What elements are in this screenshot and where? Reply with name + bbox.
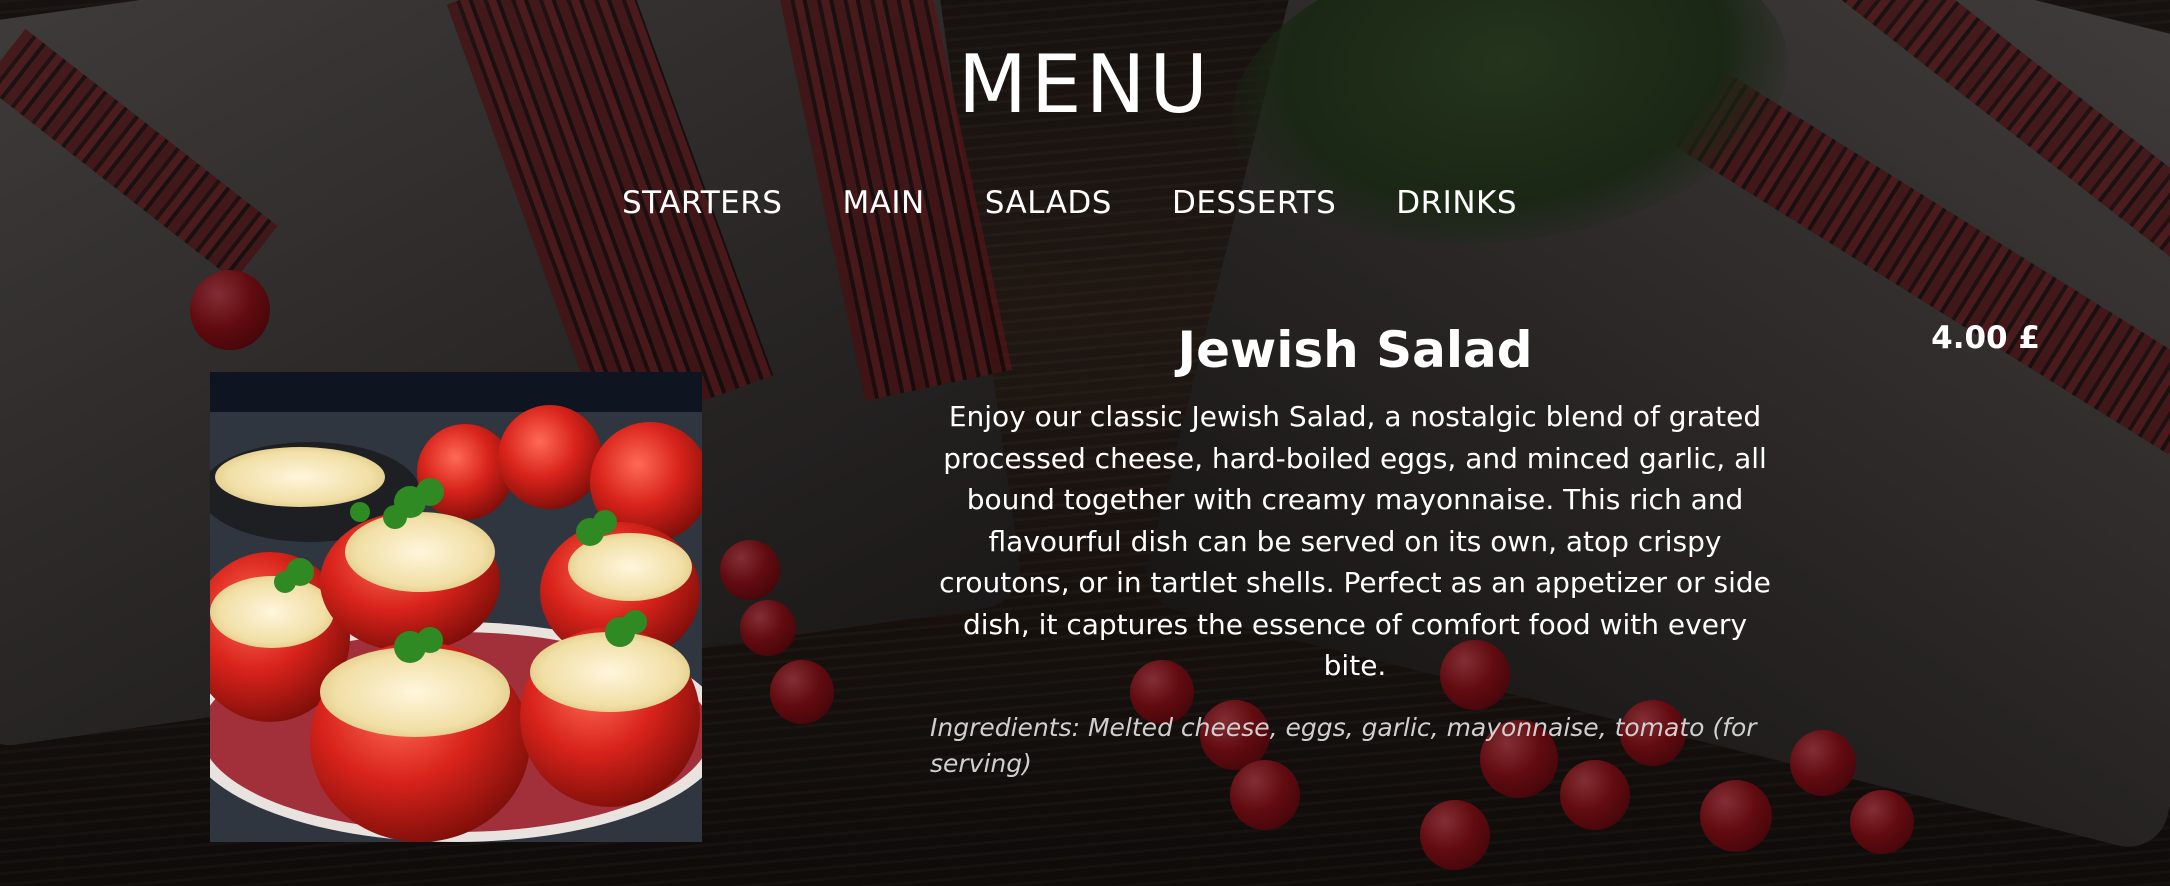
tab-main[interactable]: MAIN: [842, 183, 924, 223]
tab-starters[interactable]: STARTERS: [622, 183, 782, 223]
page-title: MENU: [958, 38, 1212, 131]
dish-ingredients: Ingredients: Melted cheese, eggs, garlic…: [930, 713, 1757, 778]
menu-header: MENU: [0, 40, 2170, 130]
tab-salads[interactable]: SALADS: [985, 183, 1112, 223]
dish-description: Enjoy our classic Jewish Salad, a nostal…: [939, 400, 1771, 682]
category-nav: STARTERS MAIN SALADS DESSERTS DRINKS: [622, 183, 1517, 223]
dish-image: [210, 372, 702, 842]
tab-drinks[interactable]: DRINKS: [1396, 183, 1517, 223]
dish-price: 4.00 £: [1931, 320, 2040, 356]
tab-desserts[interactable]: DESSERTS: [1172, 183, 1336, 223]
dish-name: Jewish Salad: [1177, 321, 1533, 379]
